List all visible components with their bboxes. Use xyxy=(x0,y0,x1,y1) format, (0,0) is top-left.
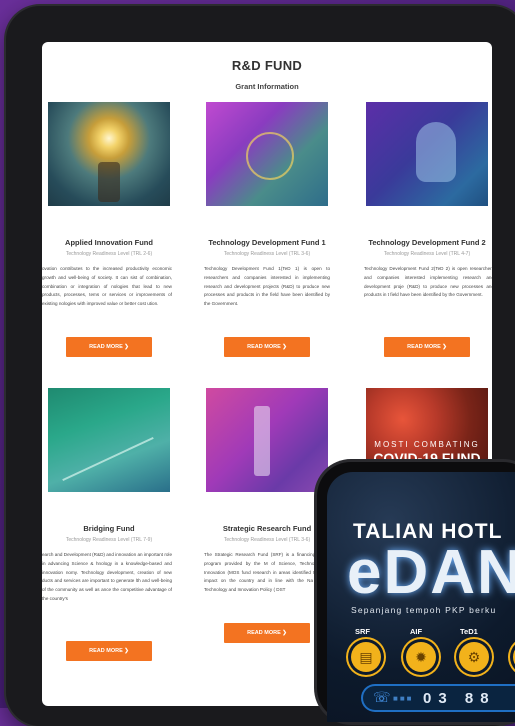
gear-icon[interactable]: ⚙ xyxy=(459,642,489,672)
read-more-button[interactable]: READ MORE ❯ xyxy=(66,337,152,357)
card-image-microscope xyxy=(206,388,328,492)
covid-banner-line1: MOSTI COMBATING xyxy=(374,440,480,449)
brand-logo-text: eDAN xyxy=(347,538,515,607)
read-more-button[interactable]: READ MORE ❯ xyxy=(384,337,470,357)
lightbulb-icon[interactable]: ✹ xyxy=(406,642,436,672)
card-title: Technology Development Fund 2 xyxy=(368,238,486,247)
card-title: Technology Development Fund 1 xyxy=(208,238,326,247)
fund-card-ted2: Technology Development Fund 2 Technology… xyxy=(364,102,492,357)
card-image-chart xyxy=(48,388,170,492)
fund-label-srf: SRF xyxy=(355,627,370,636)
card-trl: Technology Readiness Level (TRL 4-7) xyxy=(383,251,471,257)
page-title: R&D FUND xyxy=(231,58,303,73)
card-description: Technology Development Fund 2(TeD 2) is … xyxy=(364,266,492,298)
page-header: R&D FUND Grant Information xyxy=(42,42,492,91)
phone-icon: ☏ xyxy=(373,689,391,705)
phone-frame: TALIAN HOTL eDAN Sepanjang tempoh PKP be… xyxy=(317,462,515,722)
card-trl: Technology Readiness Level (TRL 3-6) xyxy=(223,537,311,543)
card-title: Bridging Fund xyxy=(83,524,135,533)
card-title: Applied Innovation Fund xyxy=(65,238,153,247)
fund-card-bridging: Bridging Fund Technology Readiness Level… xyxy=(42,388,172,661)
card-description: The Strategic Research Fund (SRF) is a f… xyxy=(204,552,334,593)
card-image-technology xyxy=(206,102,328,206)
read-more-button[interactable]: READ MORE ❯ xyxy=(66,641,152,661)
fund-card-ted1: Technology Development Fund 1 Technology… xyxy=(204,102,330,357)
card-title: Strategic Research Fund xyxy=(222,524,312,533)
card-trl: Technology Readiness Level (TRL 3-6) xyxy=(223,251,311,257)
page-subtitle: Grant Information xyxy=(235,82,299,91)
fund-label-aif: AIF xyxy=(410,627,423,636)
read-more-button[interactable]: READ MORE ❯ xyxy=(224,337,310,357)
card-image-lightbulb xyxy=(48,102,170,206)
card-trl: Technology Readiness Level (TRL 7-9) xyxy=(65,537,153,543)
hotline-number: 03 88 xyxy=(423,690,496,707)
fund-label-ted1: TeD1 xyxy=(460,627,478,636)
fund-card-strategic-research: Strategic Research Fund Technology Readi… xyxy=(204,388,334,643)
read-more-button[interactable]: READ MORE ❯ xyxy=(224,623,310,643)
card-description: earch and Development (R&D) and innovati… xyxy=(42,552,172,601)
dots-icon: ■■■ xyxy=(393,694,414,703)
fund-card-applied-innovation: Applied Innovation Fund Technology Readi… xyxy=(42,102,172,357)
phone-screen: TALIAN HOTL eDAN Sepanjang tempoh PKP be… xyxy=(327,472,515,722)
tagline: Sepanjang tempoh PKP berku xyxy=(351,605,497,615)
card-trl: Technology Readiness Level (TRL 2-6) xyxy=(65,251,153,257)
card-description: Technology Development Fund 1(TeD 1) is … xyxy=(204,266,330,307)
card-image-robot-head xyxy=(366,102,488,206)
card-description: ovation contributes to the increased pro… xyxy=(42,266,172,307)
document-icon[interactable]: ▤ xyxy=(351,642,381,672)
